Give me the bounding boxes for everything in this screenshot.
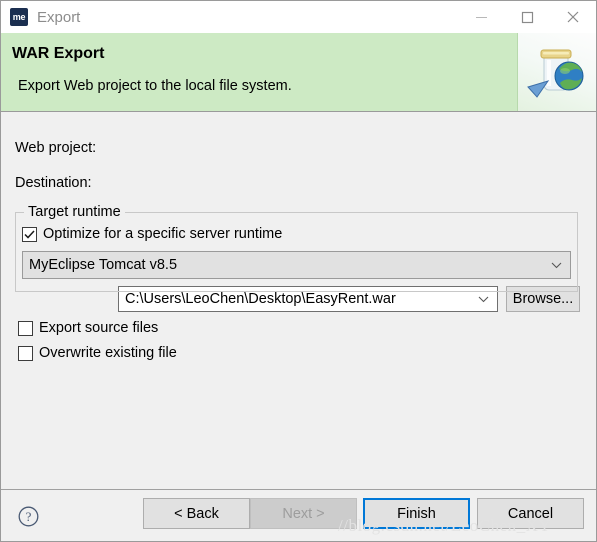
close-button[interactable] — [550, 1, 596, 33]
page-title: WAR Export — [12, 45, 105, 62]
export-dialog-window: me Export WAR Export Export Web project … — [0, 0, 597, 542]
runtime-select[interactable]: MyEclipse Tomcat v8.5 — [22, 251, 571, 279]
optimize-runtime-label: Optimize for a specific server runtime — [43, 226, 283, 242]
button-bar-divider — [1, 489, 596, 490]
wizard-banner: WAR Export Export Web project to the loc… — [1, 33, 596, 112]
web-project-row: Web project: — [15, 140, 96, 156]
destination-value: C:\Users\LeoChen\Desktop\EasyRent.war — [125, 291, 396, 307]
export-source-files-label: Export source files — [39, 320, 159, 336]
export-source-files-checkbox[interactable]: Export source files — [18, 320, 158, 336]
page-description: Export Web project to the local file sys… — [18, 78, 292, 94]
war-jar-globe-icon — [517, 33, 596, 111]
destination-row: Destination: — [15, 175, 92, 191]
optimize-runtime-checkbox[interactable]: Optimize for a specific server runtime — [22, 226, 282, 242]
myeclipse-logo-icon: me — [10, 8, 28, 26]
dialog-button-bar: ? < Back Next > Finish Cancel — [1, 489, 596, 541]
cancel-button[interactable]: Cancel — [477, 498, 584, 529]
web-project-label: Web project: — [15, 140, 97, 156]
next-button: Next > — [250, 498, 357, 529]
checkbox-unchecked-icon[interactable] — [18, 320, 33, 336]
window-title: Export — [37, 8, 81, 26]
target-runtime-group: Target runtime Optimize for a specific s… — [15, 204, 578, 292]
svg-text:?: ? — [26, 509, 32, 524]
dialog-content: Web project: EasyRent Destination: C:\Us… — [1, 112, 596, 489]
destination-label: Destination: — [15, 175, 92, 191]
window-controls — [458, 1, 596, 33]
back-button[interactable]: < Back — [143, 498, 250, 529]
runtime-select-value: MyEclipse Tomcat v8.5 — [29, 257, 178, 273]
title-bar: me Export — [1, 1, 596, 33]
finish-button[interactable]: Finish — [363, 498, 470, 529]
target-runtime-group-title: Target runtime — [24, 204, 125, 220]
minimize-button[interactable] — [458, 1, 504, 33]
checkbox-unchecked-icon[interactable] — [18, 345, 33, 361]
help-icon[interactable]: ? — [18, 506, 39, 532]
checkbox-checked-icon[interactable] — [22, 226, 37, 242]
maximize-button[interactable] — [504, 1, 550, 33]
chevron-down-icon — [551, 252, 562, 278]
overwrite-existing-file-label: Overwrite existing file — [39, 345, 177, 361]
overwrite-existing-file-checkbox[interactable]: Overwrite existing file — [18, 345, 177, 361]
